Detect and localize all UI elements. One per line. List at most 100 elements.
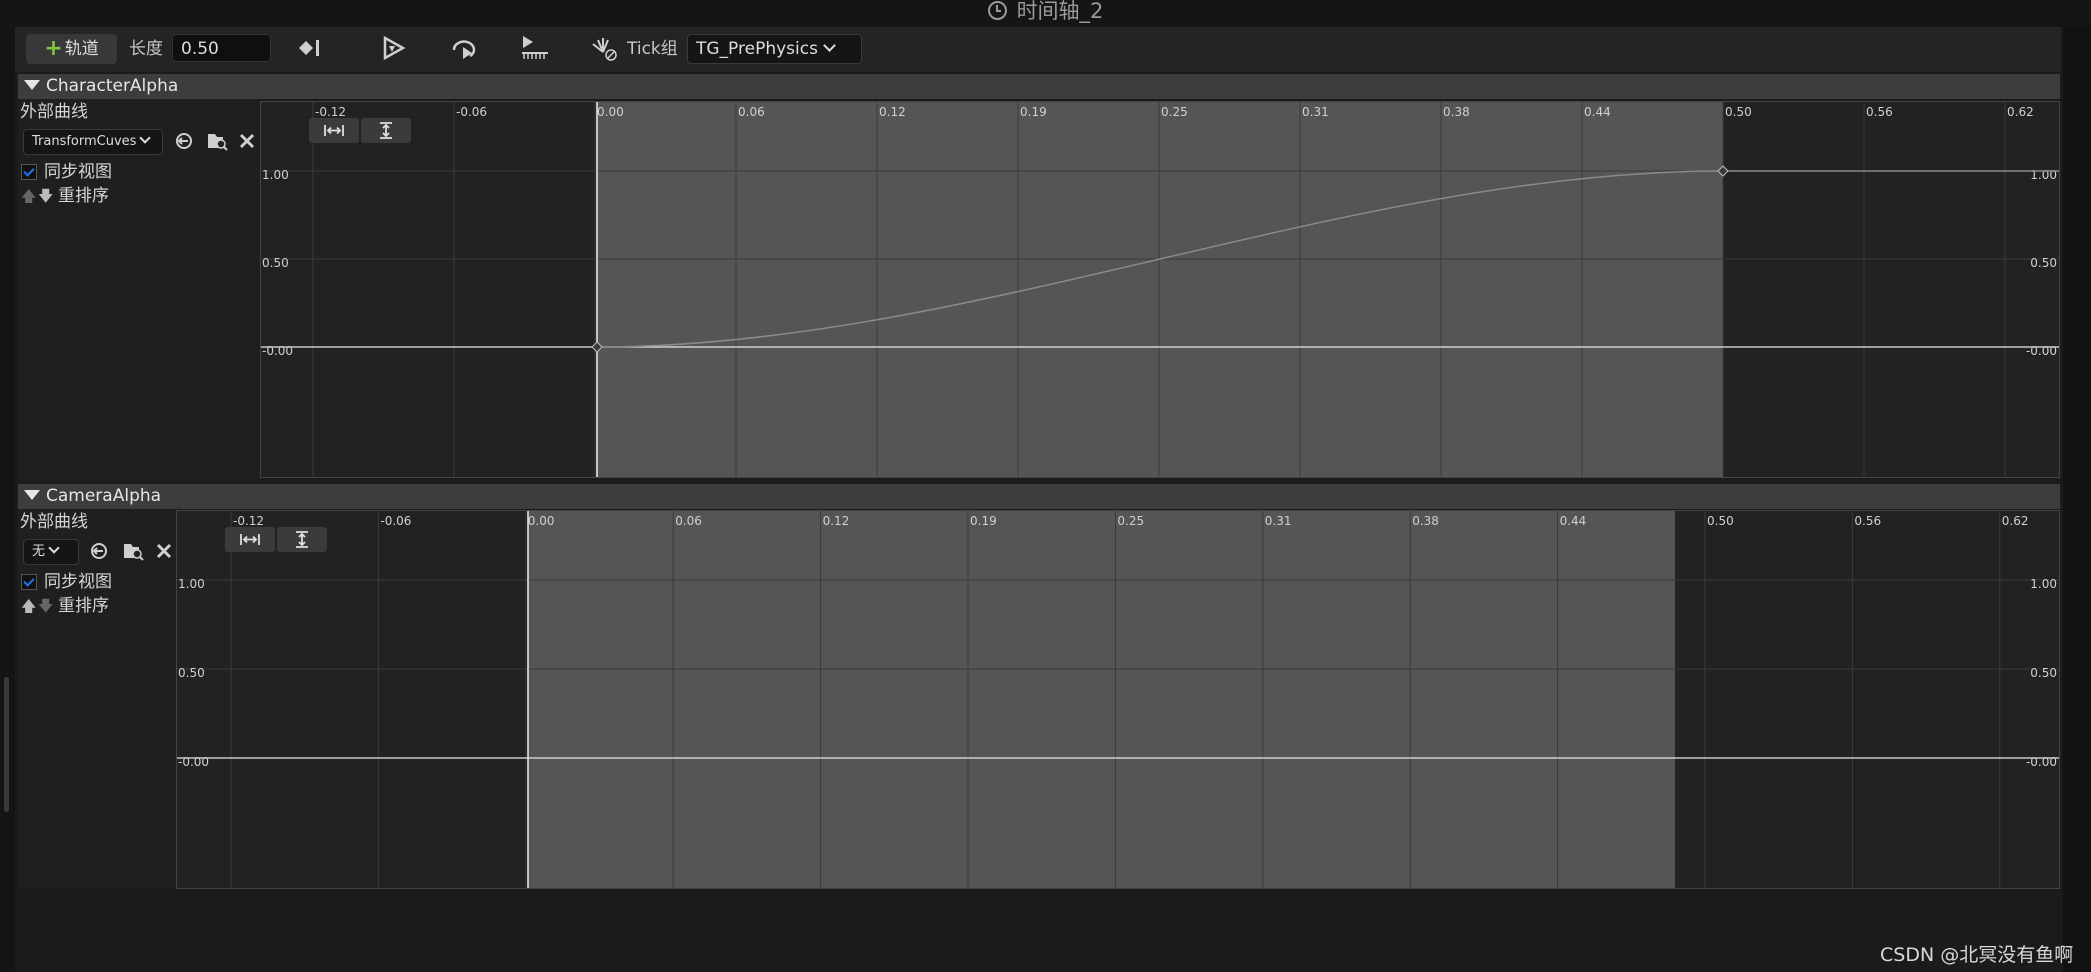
clock-icon [987, 1, 1007, 20]
curve-asset-value: TransformCuves [32, 134, 137, 149]
use-selected-asset-icon[interactable] [174, 131, 194, 151]
time-tick-label: 0.38 [1412, 514, 1439, 528]
timeline-toolbar: + 轨道 长度 0.50 Tick组 TG_PrePhysics [15, 27, 2061, 72]
browse-asset-icon[interactable] [122, 541, 144, 561]
value-tick-label: -0.00 [178, 755, 209, 769]
zoom-to-fit-vertical-button[interactable] [277, 527, 327, 552]
move-up-icon[interactable]: 🡅 [21, 597, 36, 615]
chevron-down-icon [823, 39, 836, 52]
length-input[interactable]: 0.50 [172, 34, 271, 62]
curve-graph-canvas: -0.12 -0.06 0.00 0.06 0.12 0.19 0.25 0.31 0.38 0.… [261, 102, 2059, 477]
external-curve-label: 外部曲线 [20, 102, 88, 122]
value-tick-label: -0.00 [262, 344, 293, 358]
move-up-icon[interactable]: 🡅 [21, 187, 36, 205]
time-tick-label: 0.56 [1854, 514, 1881, 528]
collapse-triangle-icon[interactable] [24, 80, 40, 90]
browse-asset-icon[interactable] [206, 131, 228, 151]
value-tick-label: 0.50 [2030, 666, 2057, 680]
value-tick-label: -0.00 [2026, 755, 2057, 769]
tick-group-dropdown[interactable]: TG_PrePhysics [687, 34, 862, 64]
time-tick-label: 0.50 [1707, 514, 1734, 528]
track-name: CameraAlpha [46, 486, 162, 506]
time-tick-label: 0.25 [1117, 514, 1144, 528]
external-curve-dropdown[interactable]: TransformCuves [23, 129, 163, 155]
autoplay-icon[interactable] [380, 34, 408, 62]
sync-view-label: 同步视图 [44, 572, 112, 592]
value-tick-label: 1.00 [262, 168, 289, 182]
time-tick-label: 0.62 [2002, 514, 2029, 528]
replicated-icon[interactable] [589, 34, 617, 62]
time-tick-label: -0.06 [456, 105, 487, 119]
panel-resize-handle[interactable] [4, 677, 9, 812]
loop-icon[interactable] [450, 34, 478, 62]
value-tick-label: 0.50 [2030, 256, 2057, 270]
zoom-to-fit-horizontal-button[interactable] [225, 527, 275, 552]
time-tick-label: -0.12 [315, 105, 346, 119]
plus-icon: + [44, 36, 63, 61]
add-track-label: 轨道 [64, 39, 99, 59]
time-tick-label: 0.12 [823, 514, 850, 528]
time-tick-label: 0.19 [1020, 105, 1047, 119]
curve-graph-canvas: -0.12 -0.06 0.00 0.06 0.12 0.19 0.25 0.31 0.38 0.… [177, 511, 2059, 888]
clear-asset-icon[interactable] [237, 131, 257, 151]
value-tick-label: 0.50 [178, 666, 205, 680]
length-label: 长度 [129, 39, 163, 59]
time-tick-label: 0.44 [1560, 514, 1587, 528]
time-tick-label: 0.31 [1265, 514, 1292, 528]
zoom-to-fit-horizontal-button[interactable] [309, 118, 359, 143]
move-down-icon[interactable]: 🡇 [38, 597, 53, 615]
sync-view-label: 同步视图 [44, 162, 112, 182]
time-tick-label: 0.25 [1161, 105, 1188, 119]
track-header[interactable]: CharacterAlpha [18, 74, 2060, 99]
time-tick-label: 0.62 [2007, 105, 2034, 119]
external-curve-label: 外部曲线 [20, 512, 88, 532]
value-tick-label: -0.00 [2026, 344, 2057, 358]
track-sidebar: 外部曲线 无 同步视图 🡅 🡇 重排序 [18, 509, 176, 889]
time-tick-label: 0.38 [1443, 105, 1470, 119]
curve-graph[interactable]: -0.12 -0.06 0.00 0.06 0.12 0.19 0.25 0.31 0.38 0.… [176, 510, 2060, 889]
value-tick-label: 1.00 [2030, 168, 2057, 182]
time-tick-label: 0.06 [675, 514, 702, 528]
use-selected-asset-icon[interactable] [89, 541, 109, 561]
curve-asset-value: 无 [32, 544, 46, 559]
chevron-down-icon [48, 542, 60, 554]
clear-asset-icon[interactable] [154, 541, 174, 561]
use-last-keyframe-icon[interactable] [520, 34, 548, 62]
time-tick-label: 0.50 [1725, 105, 1752, 119]
reorder-label: 重排序 [58, 186, 109, 206]
collapse-triangle-icon[interactable] [24, 490, 40, 500]
tick-group-value: TG_PrePhysics [696, 39, 818, 59]
zoom-to-fit-vertical-button[interactable] [361, 118, 411, 143]
keyframe-icon[interactable] [295, 34, 323, 62]
track-header[interactable]: CameraAlpha [18, 484, 2060, 509]
track-sidebar: 外部曲线 TransformCuves 同步视图 🡅 🡇 重排序 [18, 99, 260, 479]
time-tick-label: 0.06 [738, 105, 765, 119]
window-title-text: 时间轴_2 [1016, 0, 1104, 23]
time-tick-label: -0.06 [380, 514, 411, 528]
active-range [597, 102, 1723, 477]
window-title: 时间轴_2 [0, 0, 2091, 22]
watermark: CSDN @北冥没有鱼啊 [1880, 944, 2074, 966]
time-tick-label: 0.00 [597, 105, 624, 119]
time-tick-label: 0.44 [1584, 105, 1611, 119]
value-tick-label: 0.50 [262, 256, 289, 270]
value-tick-label: 1.00 [178, 577, 205, 591]
external-curve-dropdown[interactable]: 无 [23, 539, 79, 565]
move-down-icon[interactable]: 🡇 [38, 187, 53, 205]
reorder-label: 重排序 [58, 596, 109, 616]
time-tick-label: 0.56 [1866, 105, 1893, 119]
time-tick-label: 0.19 [970, 514, 997, 528]
time-tick-label: -0.12 [233, 514, 264, 528]
add-track-button[interactable]: + 轨道 [26, 34, 117, 64]
time-tick-label: 0.12 [879, 105, 906, 119]
sync-view-checkbox[interactable] [21, 574, 37, 590]
chevron-down-icon [139, 132, 152, 144]
time-tick-label: 0.31 [1302, 105, 1329, 119]
curve-graph[interactable]: -0.12 -0.06 0.00 0.06 0.12 0.19 0.25 0.31 0.38 0.… [260, 101, 2060, 478]
window-title-bar: 时间轴_2 [0, 0, 2091, 27]
active-range [528, 511, 1675, 888]
value-tick-label: 1.00 [2030, 577, 2057, 591]
time-tick-label: 0.00 [528, 514, 555, 528]
tick-group-label: Tick组 [627, 39, 678, 59]
sync-view-checkbox[interactable] [21, 164, 37, 180]
